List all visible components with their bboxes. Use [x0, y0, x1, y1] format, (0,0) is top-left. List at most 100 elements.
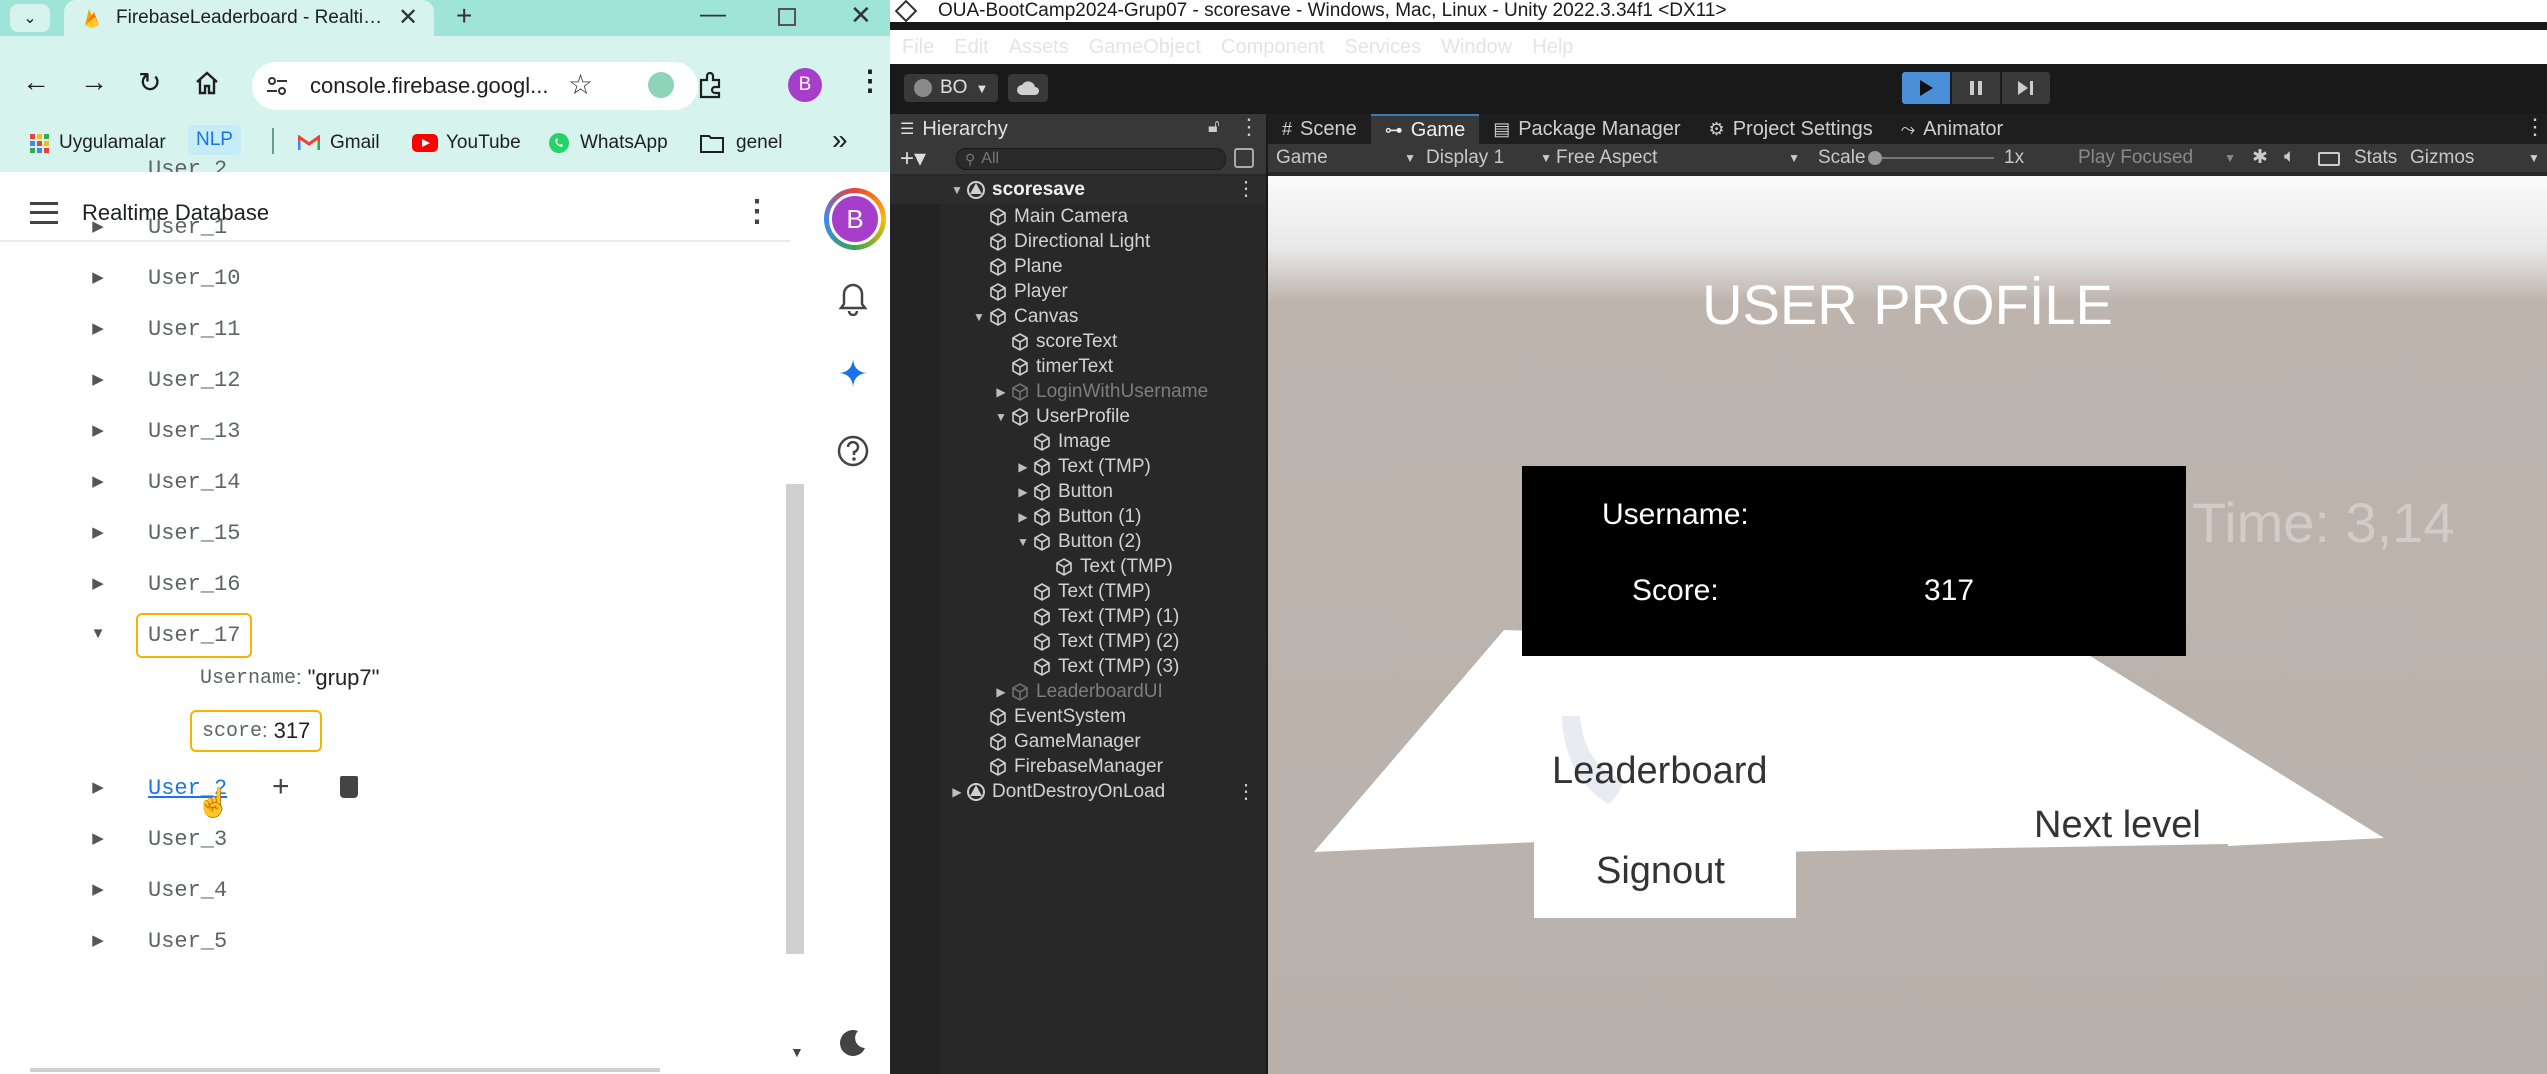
tree-node[interactable]: ▶ User_16 [0, 560, 790, 611]
display-dropdown[interactable]: Display 1 ▼ [1426, 147, 1552, 169]
maximize-icon[interactable] [778, 8, 796, 26]
scale-slider-track[interactable] [1874, 157, 1994, 159]
keyboard-icon[interactable] [2318, 152, 2340, 166]
step-button[interactable] [2002, 72, 2050, 104]
reload-icon[interactable]: ↻ [138, 66, 161, 99]
tree-node-label[interactable]: User_16 [148, 572, 240, 597]
tree-node[interactable]: ▶ User_14 [0, 458, 790, 509]
tab-project-settings[interactable]: ⚙ Project Settings [1695, 114, 1887, 144]
foldout-closed-icon[interactable]: ▶ [948, 785, 966, 799]
tree-node[interactable]: ▶ User_12 [0, 356, 790, 407]
tree-node[interactable]: ▶ User_13 [0, 407, 790, 458]
bookmark-uygulamalar[interactable]: Uygulamalar [30, 128, 166, 158]
tab-close-icon[interactable]: ✕ [398, 3, 418, 32]
bookmark-genel[interactable]: genel [700, 128, 783, 158]
expand-arrow-icon[interactable]: ▶ [88, 778, 108, 796]
site-info-icon[interactable] [266, 76, 288, 96]
browser-tab[interactable]: FirebaseLeaderboard - Realtime Database … [64, 0, 434, 36]
expand-arrow-icon[interactable]: ▶ [88, 421, 108, 439]
profile-avatar[interactable]: B [788, 68, 822, 102]
expand-arrow-icon[interactable]: ▶ [88, 268, 108, 286]
add-child-icon[interactable]: + [272, 770, 290, 804]
hierarchy-item[interactable]: Text (TMP) [890, 554, 1266, 579]
bug-icon[interactable]: ✱ [2252, 146, 2268, 169]
foldout-closed-icon[interactable]: ▶ [1014, 510, 1032, 524]
foldout-closed-icon[interactable]: ▶ [992, 685, 1010, 699]
child-value[interactable]: "grup7" [308, 665, 380, 691]
menu-file[interactable]: File [892, 36, 944, 59]
minimize-icon[interactable]: — [700, 0, 726, 29]
hierarchy-item[interactable]: Text (TMP) (3) [890, 654, 1266, 679]
bookmark-youtube[interactable]: YouTube [412, 128, 521, 158]
menu-window[interactable]: Window [1431, 36, 1522, 59]
menu-component[interactable]: Component [1211, 36, 1334, 59]
browser-menu-icon[interactable]: ⋮ [856, 64, 884, 97]
pause-button[interactable] [1952, 72, 2000, 104]
hierarchy-item[interactable]: ▶ LoginWithUsername [890, 379, 1266, 404]
hierarchy-item[interactable]: ▼ Canvas [890, 304, 1266, 329]
extensions-puzzle-icon[interactable] [696, 70, 726, 100]
hierarchy-menu-icon[interactable]: ⋮ [1238, 114, 1260, 140]
foldout-open-icon[interactable]: ▼ [1014, 535, 1032, 549]
expand-arrow-icon[interactable]: ▶ [88, 829, 108, 847]
foldout-closed-icon[interactable]: ▶ [1014, 485, 1032, 499]
delete-trash-icon[interactable] [340, 776, 358, 798]
menu-help[interactable]: Help [1522, 36, 1583, 59]
expand-arrow-icon[interactable]: ▶ [88, 472, 108, 490]
menu-gameobject[interactable]: GameObject [1079, 36, 1211, 59]
tree-node[interactable]: ▶ User_15 [0, 509, 790, 560]
tree-node[interactable]: ▶ User_4 [0, 866, 790, 917]
menu-assets[interactable]: Assets [999, 36, 1079, 59]
home-icon[interactable] [194, 70, 220, 96]
expand-arrow-icon[interactable]: ▶ [88, 523, 108, 541]
tree-node[interactable]: ▶ User_11 [0, 305, 790, 356]
tree-node-label[interactable]: User_13 [148, 419, 240, 444]
tree-node-label[interactable]: User_4 [148, 878, 227, 903]
expand-arrow-icon[interactable]: ▶ [88, 931, 108, 949]
extension-icon[interactable] [648, 72, 674, 98]
account-avatar[interactable]: B [824, 188, 886, 250]
hierarchy-item[interactable]: Plane [890, 254, 1266, 279]
foldout-closed-icon[interactable]: ▶ [992, 385, 1010, 399]
gizmos-button[interactable]: Gizmos [2410, 147, 2474, 169]
tab-scene[interactable]: # Scene [1268, 114, 1371, 144]
cloud-button[interactable] [1008, 74, 1048, 102]
game-mode-dropdown[interactable]: Game ▼ [1276, 147, 1416, 169]
tree-node-label[interactable]: User_14 [148, 470, 240, 495]
foldout-open-icon[interactable]: ▼ [970, 310, 988, 324]
tree-node[interactable]: ▶ User_10 [0, 254, 790, 305]
hierarchy-item[interactable]: ▼ Button (2) [890, 529, 1266, 554]
hierarchy-item[interactable]: ▶ DontDestroyOnLoad ⋮ [890, 779, 1266, 804]
child-field[interactable]: Username: "grup7" [200, 665, 379, 691]
hierarchy-item[interactable]: Image [890, 429, 1266, 454]
search-options-icon[interactable] [1234, 148, 1254, 168]
hierarchy-item[interactable]: Text (TMP) (2) [890, 629, 1266, 654]
scroll-down-icon[interactable]: ▼ [790, 1044, 804, 1060]
lock-icon[interactable]: 🔓︎ [1208, 116, 1220, 137]
hierarchy-item[interactable]: Text (TMP) (1) [890, 604, 1266, 629]
tree-node[interactable]: ▶ User_3 [0, 815, 790, 866]
dark-mode-moon-icon[interactable] [838, 1028, 868, 1058]
help-icon[interactable] [836, 434, 870, 468]
tree-node[interactable]: ▼ User_17 [0, 611, 790, 662]
gemini-sparkle-icon[interactable] [838, 358, 868, 388]
menu-edit[interactable]: Edit [944, 36, 998, 59]
tree-node-label[interactable]: User_1 [148, 215, 227, 240]
play-button[interactable] [1902, 72, 1950, 104]
hierarchy-item[interactable]: EventSystem [890, 704, 1266, 729]
tab-search-chevron-icon[interactable]: ⌄ [10, 4, 50, 32]
tree-node-label[interactable]: User_3 [148, 827, 227, 852]
scale-slider-handle[interactable] [1868, 151, 1882, 165]
stats-button[interactable]: Stats [2354, 147, 2397, 169]
leaderboard-button[interactable]: Leaderboard [1552, 750, 1768, 793]
horizontal-scrollbar[interactable] [30, 1068, 660, 1072]
hierarchy-item[interactable]: ▶ Button [890, 479, 1266, 504]
hierarchy-item[interactable]: FirebaseManager [890, 754, 1266, 779]
signout-button[interactable]: Signout [1596, 850, 1725, 893]
back-icon[interactable]: ← [22, 66, 50, 98]
scene-menu-icon[interactable]: ⋮ [1236, 176, 1256, 201]
tab-game[interactable]: ⊶ Game [1370, 114, 1480, 144]
tree-node-label[interactable]: User_11 [148, 317, 240, 342]
expand-arrow-icon[interactable]: ▶ [88, 319, 108, 337]
audio-mute-icon[interactable]: 🔈︎ [2284, 146, 2295, 168]
